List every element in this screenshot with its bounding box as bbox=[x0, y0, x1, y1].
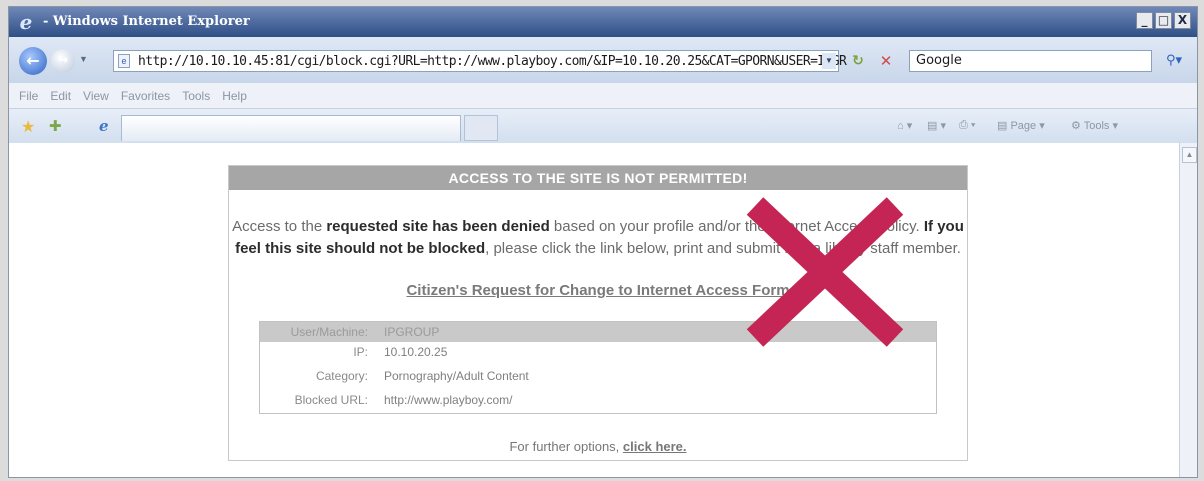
vertical-scrollbar[interactable]: ▲ bbox=[1179, 143, 1197, 477]
block-header: ACCESS TO THE SITE IS NOT PERMITTED! bbox=[229, 166, 967, 190]
info-label: User/Machine: bbox=[290, 325, 368, 339]
block-message-part: , please click the link below, print and… bbox=[485, 240, 961, 257]
favorites-star-icon[interactable]: ★ bbox=[21, 117, 35, 137]
info-value: http://www.playboy.com/ bbox=[384, 393, 513, 407]
block-message-bold: requested site has been denied bbox=[326, 218, 550, 235]
address-bar[interactable]: e http://10.10.10.45:81/cgi/block.cgi?UR… bbox=[113, 50, 847, 72]
window-controls: _ □ X bbox=[1136, 12, 1191, 29]
address-url[interactable]: http://10.10.10.45:81/cgi/block.cgi?URL=… bbox=[138, 54, 847, 69]
block-notice: ACCESS TO THE SITE IS NOT PERMITTED! Acc… bbox=[228, 165, 968, 461]
ie-logo-icon: e bbox=[19, 10, 33, 34]
block-message: Access to the requested site has been de… bbox=[229, 216, 967, 260]
address-dropdown-icon[interactable]: ▼ bbox=[822, 53, 836, 69]
window-title: - Windows Internet Explorer bbox=[43, 14, 250, 29]
menu-tools[interactable]: Tools bbox=[182, 89, 210, 103]
minimize-button[interactable]: _ bbox=[1136, 12, 1153, 29]
favorites-bar: ★ ✚ e ⌂ ▾ ▤ ▾ ⎙ ▾ ▤ Page ▾ ⚙ Tools ▾ bbox=[9, 109, 1197, 144]
page-menu-label: Page bbox=[1010, 120, 1037, 132]
change-request-link[interactable]: Citizen's Request for Change to Internet… bbox=[229, 282, 967, 299]
further-options-text: For further options, bbox=[509, 439, 623, 454]
info-row: User/Machine: IPGROUP bbox=[260, 322, 936, 342]
page-icon: e bbox=[118, 54, 130, 68]
page-content: ACCESS TO THE SITE IS NOT PERMITTED! Acc… bbox=[9, 143, 1179, 477]
block-info-table: User/Machine: IPGROUP IP: 10.10.20.25 Ca… bbox=[259, 321, 937, 414]
menu-view[interactable]: View bbox=[83, 89, 109, 103]
stop-icon[interactable]: ✕ bbox=[875, 51, 897, 71]
info-row: Category: Pornography/Adult Content bbox=[260, 366, 936, 386]
feeds-icon[interactable]: ▤ ▾ bbox=[927, 119, 946, 132]
menu-bar: File Edit View Favorites Tools Help bbox=[9, 83, 1197, 109]
browser-window: e - Windows Internet Explorer _ □ X ← → … bbox=[8, 6, 1198, 478]
history-dropdown-icon[interactable]: ▼ bbox=[79, 54, 88, 64]
further-options: For further options, click here. bbox=[229, 439, 967, 454]
add-favorite-icon[interactable]: ✚ bbox=[49, 117, 62, 135]
new-tab-button[interactable] bbox=[464, 115, 498, 141]
search-input[interactable]: Google bbox=[909, 50, 1152, 72]
info-label: IP: bbox=[353, 345, 368, 359]
menu-help[interactable]: Help bbox=[222, 89, 247, 103]
tools-menu-button[interactable]: ⚙ Tools ▾ bbox=[1071, 119, 1118, 132]
menu-file[interactable]: File bbox=[19, 89, 38, 103]
further-options-link[interactable]: click here. bbox=[623, 439, 687, 454]
title-bar: e - Windows Internet Explorer _ □ X bbox=[9, 7, 1197, 37]
info-row: IP: 10.10.20.25 bbox=[260, 342, 936, 362]
search-icon[interactable]: ⚲▾ bbox=[1155, 50, 1193, 72]
info-row: Blocked URL: http://www.playboy.com/ bbox=[260, 390, 936, 410]
refresh-icon[interactable]: ↻ bbox=[847, 51, 869, 71]
menu-favorites[interactable]: Favorites bbox=[121, 89, 170, 103]
scroll-up-icon[interactable]: ▲ bbox=[1182, 147, 1197, 163]
tab-current[interactable] bbox=[121, 115, 461, 141]
info-label: Category: bbox=[315, 369, 368, 383]
tab-page-icon: e bbox=[99, 117, 109, 135]
info-value: IPGROUP bbox=[384, 325, 440, 339]
block-message-part: Access to the bbox=[232, 218, 327, 235]
menu-edit[interactable]: Edit bbox=[50, 89, 71, 103]
info-value: Pornography/Adult Content bbox=[384, 369, 529, 383]
info-value: 10.10.20.25 bbox=[384, 345, 448, 359]
back-icon[interactable]: ← bbox=[19, 47, 47, 75]
block-message-part: based on your profile and/or the Interne… bbox=[549, 218, 924, 235]
info-label: Blocked URL: bbox=[294, 393, 368, 407]
address-row: ← → ▼ e http://10.10.10.45:81/cgi/block.… bbox=[9, 37, 1197, 83]
close-button[interactable]: X bbox=[1174, 12, 1191, 29]
page-menu-button[interactable]: ▤ Page ▾ bbox=[997, 119, 1045, 132]
tools-menu-label: Tools bbox=[1083, 120, 1110, 132]
home-icon[interactable]: ⌂ ▾ bbox=[897, 119, 912, 132]
forward-icon[interactable]: → bbox=[51, 49, 75, 73]
maximize-button[interactable]: □ bbox=[1155, 12, 1172, 29]
print-icon[interactable]: ⎙ ▾ bbox=[959, 119, 975, 132]
